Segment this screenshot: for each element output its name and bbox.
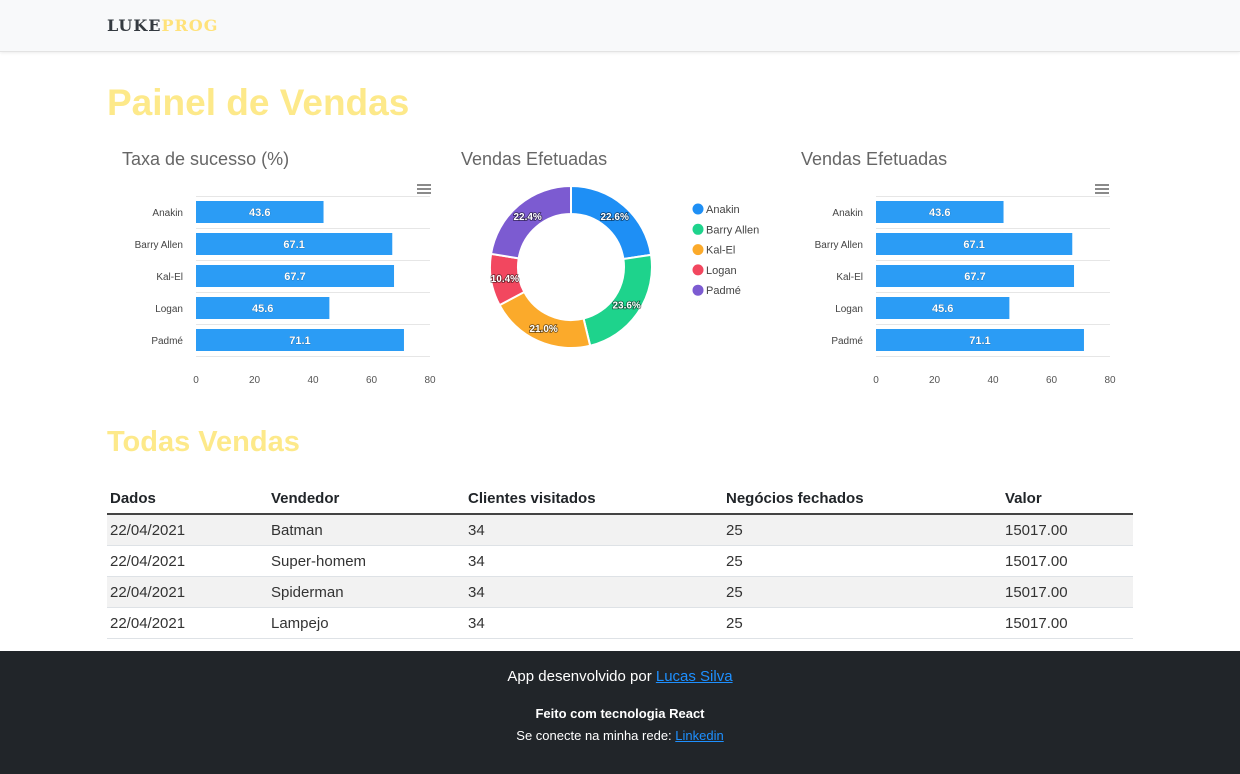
data-label: 43.6 <box>929 207 950 219</box>
slice-label: 23.6% <box>612 300 640 311</box>
x-tick-label: 80 <box>1104 375 1116 386</box>
legend-marker <box>692 264 704 276</box>
cell-date: 22/04/2021 <box>107 514 268 546</box>
legend-item: Barry Allen <box>706 224 759 236</box>
table-row: 22/04/2021 Super-homem 34 25 15017.00 <box>107 545 1133 577</box>
data-label: 67.7 <box>284 271 305 283</box>
cell-deals: 25 <box>723 514 1002 546</box>
x-tick-label: 0 <box>873 375 879 386</box>
footer-tech: Feito com tecnologia React <box>535 706 705 721</box>
header-clientes: Clientes visitados <box>465 484 723 515</box>
data-label: 71.1 <box>969 335 990 347</box>
cell-visited: 34 <box>465 576 723 608</box>
category-label: Anakin <box>152 208 183 219</box>
chart-1-menu-icon[interactable] <box>417 184 431 195</box>
category-label: Logan <box>155 304 183 315</box>
legend-marker <box>692 284 704 296</box>
category-label: Padmé <box>831 336 863 347</box>
cell-deals: 25 <box>723 545 1002 577</box>
category-label: Barry Allen <box>135 240 183 251</box>
table-row: 22/04/2021 Batman 34 25 15017.00 <box>107 514 1133 546</box>
table-header-row: Dados Vendedor Clientes visitados Negóci… <box>107 484 1133 515</box>
header-valor: Valor <box>1002 484 1133 515</box>
cell-amount: 15017.00 <box>1002 576 1133 608</box>
footer-social-text: Se conecte na minha rede: <box>516 728 676 743</box>
x-tick-label: 20 <box>929 375 941 386</box>
legend-item: Logan <box>706 265 737 277</box>
category-label: Logan <box>835 304 863 315</box>
footer-social: Se conecte na minha rede: Linkedin <box>0 728 1240 743</box>
bar-chart-sales: 43.6 Anakin 67.1 Barry Allen 67.7 Kal-El 45.6 L… <box>815 196 1116 386</box>
chart-2-menu-icon[interactable] <box>1095 184 1109 195</box>
x-tick-label: 40 <box>307 375 319 386</box>
cell-seller: Lampejo <box>268 607 465 639</box>
footer-credit: App desenvolvido por Lucas Silva <box>0 668 1240 685</box>
data-label: 67.1 <box>963 239 984 251</box>
cell-deals: 25 <box>723 576 1002 608</box>
table-row: 22/04/2021 Lampejo 34 25 15017.00 <box>107 607 1133 639</box>
header-vendedor: Vendedor <box>268 484 465 515</box>
footer: App desenvolvido por Lucas Silva Feito c… <box>0 651 1240 774</box>
data-label: 45.6 <box>252 303 273 315</box>
donut-chart-sales: 22.6% 23.6% 21.0% 10.4% 22.4% Anakin Barry All… <box>489 184 759 349</box>
slice-label: 10.4% <box>491 274 519 285</box>
category-label: Kal-El <box>156 272 183 283</box>
legend-marker <box>692 223 704 235</box>
legend-marker <box>692 244 704 256</box>
author-link[interactable]: Lucas Silva <box>656 668 733 685</box>
category-label: Anakin <box>832 208 863 219</box>
cell-visited: 34 <box>465 545 723 577</box>
donut-slice <box>498 290 592 349</box>
data-label: 67.7 <box>964 271 985 283</box>
category-label: Padmé <box>151 336 183 347</box>
cell-deals: 25 <box>723 607 1002 639</box>
x-tick-label: 20 <box>249 375 261 386</box>
x-tick-label: 0 <box>193 375 199 386</box>
data-label: 67.1 <box>283 239 304 251</box>
cell-seller: Spiderman <box>268 576 465 608</box>
cell-date: 22/04/2021 <box>107 607 268 639</box>
cell-amount: 15017.00 <box>1002 514 1133 546</box>
footer-credit-text: App desenvolvido por <box>507 668 656 685</box>
x-tick-label: 80 <box>424 375 436 386</box>
slice-label: 21.0% <box>529 324 557 335</box>
brand-logo-part2: PROG <box>161 16 219 35</box>
data-label: 45.6 <box>932 303 953 315</box>
page-title: Painel de Vendas <box>107 82 410 123</box>
bar-chart-1-title: Taxa de sucesso (%) <box>122 149 290 169</box>
cell-seller: Super-homem <box>268 545 465 577</box>
cell-date: 22/04/2021 <box>107 545 268 577</box>
bar-chart-2-title: Vendas Efetuadas <box>801 149 948 169</box>
cell-seller: Batman <box>268 514 465 546</box>
x-tick-label: 60 <box>1046 375 1058 386</box>
table-row: 22/04/2021 Spiderman 34 25 15017.00 <box>107 576 1133 608</box>
brand-logo-part1: LUKE <box>107 16 162 35</box>
legend-marker <box>692 203 704 215</box>
bar-chart-success-rate: 43.6 Anakin 67.1 Barry Allen 67.7 Kal-El 45.6 L… <box>135 196 436 386</box>
sales-table: Dados Vendedor Clientes visitados Negóci… <box>107 484 1133 639</box>
cell-visited: 34 <box>465 607 723 639</box>
cell-date: 22/04/2021 <box>107 576 268 608</box>
legend-item: Anakin <box>706 204 740 216</box>
category-label: Kal-El <box>836 272 863 283</box>
legend-item: Padmé <box>706 285 741 297</box>
data-label: 71.1 <box>289 335 310 347</box>
cell-visited: 34 <box>465 514 723 546</box>
brand-logo[interactable]: LUKEPROG <box>107 16 218 35</box>
header-negocios: Negócios fechados <box>723 484 1002 515</box>
cell-amount: 15017.00 <box>1002 545 1133 577</box>
data-label: 43.6 <box>249 207 270 219</box>
donut-chart-title: Vendas Efetuadas <box>461 149 608 169</box>
section-title: Todas Vendas <box>107 426 300 458</box>
linkedin-link[interactable]: Linkedin <box>675 728 723 743</box>
category-label: Barry Allen <box>815 240 863 251</box>
legend-item: Kal-El <box>706 245 735 257</box>
header-dados: Dados <box>107 484 268 515</box>
cell-amount: 15017.00 <box>1002 607 1133 639</box>
navbar: LUKEPROG <box>0 0 1240 52</box>
x-tick-label: 40 <box>987 375 999 386</box>
slice-label: 22.6% <box>600 212 628 223</box>
x-tick-label: 60 <box>366 375 378 386</box>
slice-label: 22.4% <box>513 212 541 223</box>
